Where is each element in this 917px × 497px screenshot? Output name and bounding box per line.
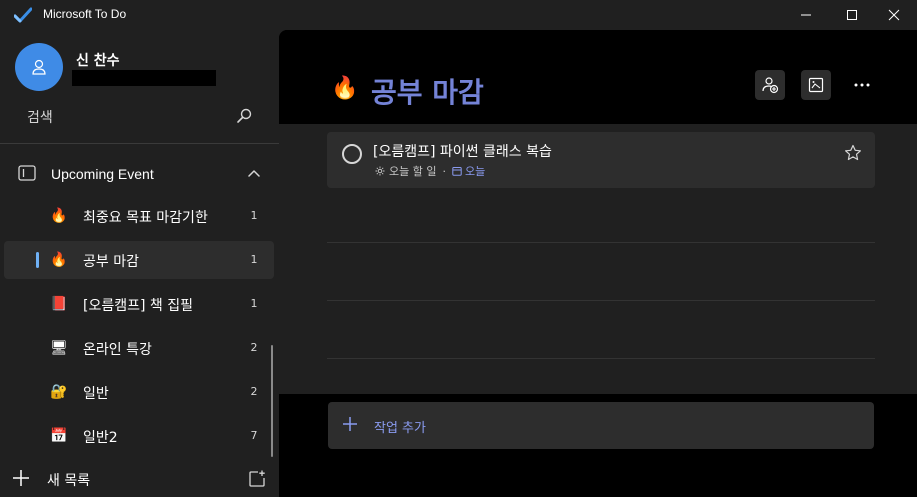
task-count-badge: 1 <box>250 297 258 310</box>
sun-icon <box>375 166 385 176</box>
sidebar-item-label: [오름캠프] 책 집필 <box>83 298 193 314</box>
close-icon <box>888 9 900 21</box>
calendar-icon <box>452 167 462 176</box>
fire-icon: 🔥 <box>50 252 68 268</box>
list-title[interactable]: 공부 마감 <box>371 71 484 111</box>
add-task-placeholder: 작업 추가 <box>374 421 426 436</box>
task-count-badge: 2 <box>250 341 258 354</box>
user-name[interactable]: 신 찬수 <box>76 50 120 70</box>
checkmark-logo-icon <box>14 7 32 23</box>
due-date: 오늘 <box>452 163 485 179</box>
task-item[interactable]: [오름캠프] 파이썬 클래스 복습 오늘 할 일 · 오늘 <box>327 132 875 188</box>
meta-separator: · <box>442 164 446 178</box>
empty-row-divider <box>327 242 875 243</box>
new-list-label: 새 목록 <box>47 473 91 489</box>
task-count-badge: 7 <box>250 429 258 442</box>
sidebar-item-list[interactable]: 🔐 일반 2 <box>4 373 274 411</box>
monitor-icon: 🖥 <box>50 340 68 356</box>
task-count-badge: 1 <box>250 209 258 222</box>
empty-row-divider <box>327 358 875 359</box>
share-list-icon <box>762 77 779 94</box>
new-group-icon[interactable] <box>247 469 267 489</box>
red-book-icon: 📕 <box>50 296 68 312</box>
due-date-label: 오늘 <box>464 165 486 178</box>
sidebar-item-list-active[interactable]: 🔥 공부 마감 1 <box>4 241 274 279</box>
calendar-icon: 📅 <box>50 428 68 444</box>
sidebar-item-label: 최중요 목표 마감기한 <box>83 210 208 226</box>
change-theme-button[interactable] <box>801 70 831 100</box>
more-options-icon <box>854 83 870 87</box>
chevron-up-icon[interactable] <box>247 168 261 178</box>
search-input[interactable]: 검색 <box>27 107 53 127</box>
empty-row-divider <box>327 300 875 301</box>
sidebar-divider <box>0 143 279 144</box>
task-count-badge: 1 <box>250 253 258 266</box>
list-group-upcoming-event[interactable]: Upcoming Event <box>0 159 279 189</box>
redacted-email <box>72 70 216 86</box>
close-button[interactable] <box>871 0 917 30</box>
sidebar-item-label: 온라인 특강 <box>83 342 152 358</box>
fire-icon: 🔥 <box>50 208 68 224</box>
search-icon[interactable] <box>234 106 254 126</box>
more-options-button[interactable] <box>847 70 877 100</box>
my-day-label: 오늘 할 일 <box>389 165 437 178</box>
sidebar-item-label: 일반 <box>83 386 109 402</box>
title-bar: Microsoft To Do <box>0 0 917 30</box>
sidebar-item-list[interactable]: 📅 일반2 7 <box>4 417 274 455</box>
add-task-input[interactable]: 작업 추가 <box>328 402 874 449</box>
sidebar: 신 찬수 검색 Upcoming Event 🔥 최중요 목표 마감기한 1 🔥… <box>0 30 279 497</box>
sidebar-item-list[interactable]: 📕 [오름캠프] 책 집필 1 <box>4 285 274 323</box>
star-icon[interactable] <box>844 144 862 162</box>
plus-icon <box>13 470 29 486</box>
main-content: 🔥 공부 마감 [오름캠프] 파이썬 클래스 복습 오늘 할 일 · 오늘 작업… <box>279 30 917 497</box>
avatar[interactable] <box>15 43 63 91</box>
active-indicator <box>36 252 39 268</box>
share-list-button[interactable] <box>755 70 785 100</box>
person-icon <box>32 59 46 75</box>
sidebar-item-label: 일반2 <box>83 430 118 446</box>
complete-task-checkbox[interactable] <box>342 144 362 164</box>
maximize-icon <box>847 10 857 20</box>
list-header: 🔥 공부 마감 <box>279 30 917 124</box>
task-count-badge: 2 <box>250 385 258 398</box>
change-theme-icon <box>808 77 824 93</box>
new-list-button[interactable]: 새 목록 <box>0 462 279 497</box>
maximize-button[interactable] <box>829 0 875 30</box>
sidebar-scrollbar[interactable] <box>271 345 273 457</box>
group-icon <box>18 165 36 181</box>
task-list: [오름캠프] 파이썬 클래스 복습 오늘 할 일 · 오늘 <box>279 124 917 394</box>
sidebar-item-list[interactable]: 🖥 온라인 특강 2 <box>4 329 274 367</box>
sidebar-item-label: 공부 마감 <box>83 254 139 270</box>
sidebar-item-list[interactable]: 🔥 최중요 목표 마감기한 1 <box>4 197 274 235</box>
minimize-button[interactable] <box>783 0 829 30</box>
task-title: [오름캠프] 파이썬 클래스 복습 <box>373 144 552 160</box>
group-label: Upcoming Event <box>51 166 154 182</box>
app-title: Microsoft To Do <box>43 7 127 21</box>
lock-icon: 🔐 <box>50 384 68 400</box>
minimize-icon <box>801 14 811 16</box>
task-meta: 오늘 할 일 · 오늘 <box>375 163 485 179</box>
fire-icon: 🔥 <box>331 76 359 101</box>
plus-icon <box>343 417 357 431</box>
